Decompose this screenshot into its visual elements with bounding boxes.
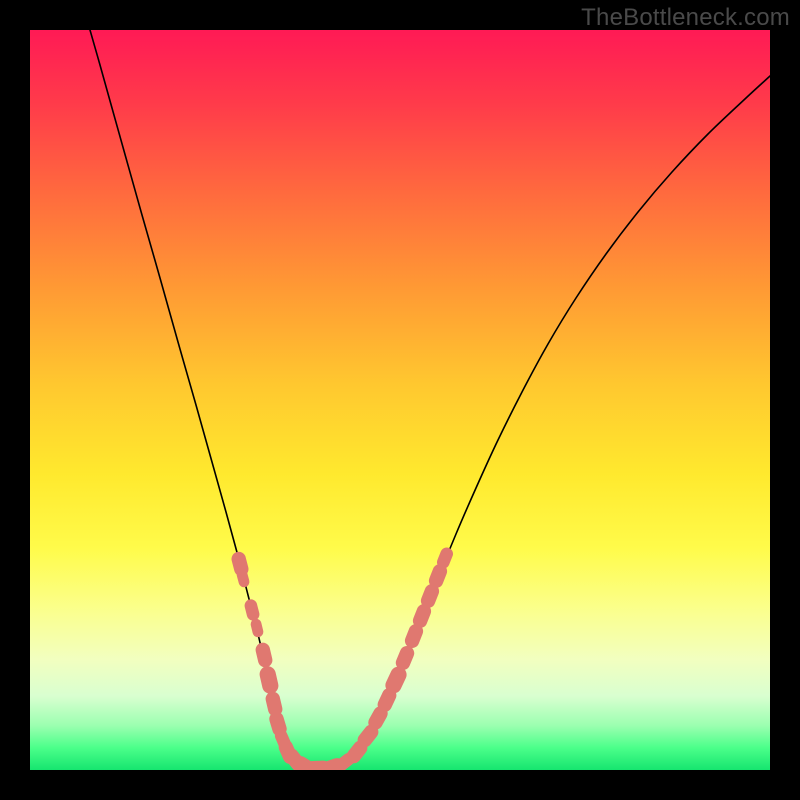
watermark-text: TheBottleneck.com xyxy=(581,4,790,32)
data-bead xyxy=(251,606,253,615)
data-bead xyxy=(403,653,407,663)
data-bead xyxy=(420,611,424,621)
data-bead xyxy=(256,624,258,632)
data-bead xyxy=(273,699,275,709)
bottleneck-curve xyxy=(90,30,770,769)
data-bead xyxy=(428,591,432,601)
chart-frame: TheBottleneck.com xyxy=(0,0,800,800)
data-bead xyxy=(365,732,371,740)
data-bead xyxy=(268,674,271,685)
data-bead xyxy=(242,574,244,582)
data-bead xyxy=(443,554,446,562)
data-bead xyxy=(263,650,265,660)
plot-area xyxy=(30,30,770,770)
plot-svg xyxy=(30,30,770,770)
data-bead xyxy=(341,759,348,765)
data-bead xyxy=(376,714,381,723)
data-bead xyxy=(354,748,360,756)
data-bead xyxy=(436,571,440,581)
data-bead xyxy=(394,675,399,686)
data-bead xyxy=(412,631,416,641)
data-bead xyxy=(277,719,280,729)
data-bead xyxy=(385,695,389,704)
data-bead xyxy=(239,559,242,569)
